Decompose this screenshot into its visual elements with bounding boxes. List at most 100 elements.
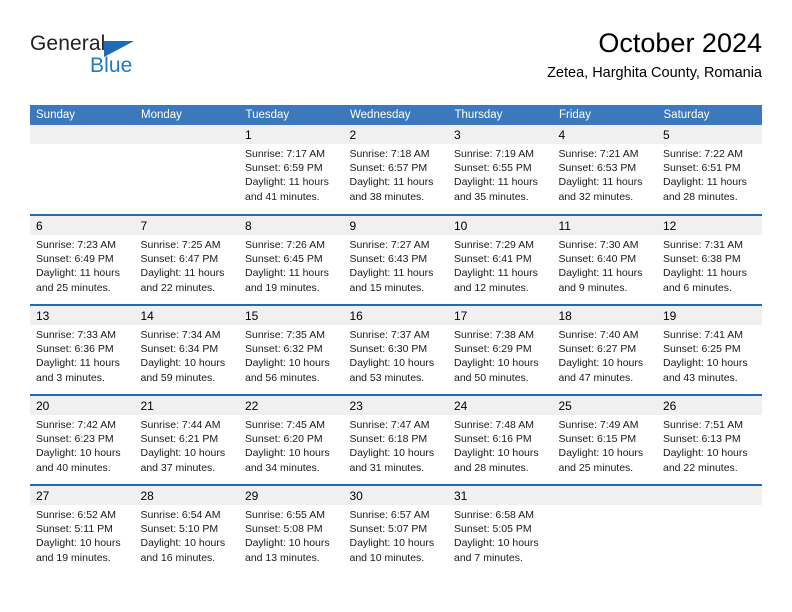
day-sun-info: Sunrise: 7:35 AM Sunset: 6:32 PM Daylight:… [239, 325, 344, 385]
day-cell-inner: 3 Sunrise: 7:19 AM Sunset: 6:55 PM Daylight… [448, 125, 553, 214]
sunset-text: Sunset: 5:07 PM [349, 523, 428, 536]
day-sun-info: Sunrise: 6:52 AM Sunset: 5:11 PM Daylight:… [30, 505, 135, 565]
calendar-day-cell[interactable]: 27 Sunrise: 6:52 AM Sunset: 5:11 PM Dayligh… [30, 484, 135, 575]
sunset-text: Sunset: 6:49 PM [36, 253, 114, 266]
calendar-day-cell[interactable]: 6 Sunrise: 7:23 AM Sunset: 6:49 PM Daylight… [30, 214, 135, 305]
daylight-text: Daylight: 10 hours and 47 minutes. [558, 357, 644, 384]
calendar-day-cell[interactable]: 9 Sunrise: 7:27 AM Sunset: 6:43 PM Daylight… [343, 214, 448, 305]
sunset-text: Sunset: 6:21 PM [140, 433, 219, 446]
calendar-day-cell[interactable]: 5 Sunrise: 7:22 AM Sunset: 6:51 PM Daylight… [657, 125, 762, 215]
calendar-day-cell[interactable]: 25 Sunrise: 7:49 AM Sunset: 6:15 PM Dayligh… [552, 394, 658, 485]
sunrise-text: Sunrise: 7:26 AM [245, 239, 325, 251]
calendar-day-cell-empty [552, 484, 657, 575]
day-cell-inner: 17 Sunrise: 7:38 AM Sunset: 6:29 PM Dayligh… [448, 306, 553, 394]
sunrise-text: Sunrise: 6:54 AM [140, 509, 221, 521]
sunrise-text: Sunrise: 7:30 AM [558, 239, 639, 251]
day-cell-inner: 25 Sunrise: 7:49 AM Sunset: 6:15 PM Dayligh… [552, 396, 658, 484]
sunrise-text: Sunrise: 7:41 AM [663, 329, 743, 341]
daylight-text: Daylight: 10 hours and 31 minutes. [349, 447, 435, 474]
day-sun-info: Sunrise: 7:29 AM Sunset: 6:41 PM Daylight:… [448, 235, 553, 295]
page-title: October 2024 [598, 28, 762, 58]
day-number: 11 [552, 216, 657, 235]
calendar-week-row: 1 Sunrise: 7:17 AM Sunset: 6:59 PM Daylight… [30, 125, 762, 215]
calendar-day-cell[interactable]: 19 Sunrise: 7:41 AM Sunset: 6:25 PM Dayligh… [657, 304, 762, 395]
sunset-text: Sunset: 6:34 PM [140, 343, 219, 356]
day-cell-inner [134, 125, 239, 214]
calendar-day-cell[interactable]: 12 Sunrise: 7:31 AM Sunset: 6:38 PM Dayligh… [657, 214, 762, 305]
calendar-day-cell[interactable]: 17 Sunrise: 7:38 AM Sunset: 6:29 PM Dayligh… [448, 304, 553, 395]
sunset-text: Sunset: 6:38 PM [663, 253, 741, 266]
calendar-week-row: 13 Sunrise: 7:33 AM Sunset: 6:36 PM Dayligh… [30, 304, 762, 395]
daylight-text: Daylight: 10 hours and 34 minutes. [245, 447, 330, 474]
calendar-day-cell[interactable]: 31 Sunrise: 6:58 AM Sunset: 5:05 PM Dayligh… [448, 484, 553, 575]
day-number: 2 [343, 125, 448, 144]
calendar-day-cell[interactable]: 7 Sunrise: 7:25 AM Sunset: 6:47 PM Daylight… [134, 214, 239, 305]
calendar-day-cell[interactable]: 30 Sunrise: 6:57 AM Sunset: 5:07 PM Dayligh… [343, 484, 448, 575]
calendar-day-cell[interactable]: 4 Sunrise: 7:21 AM Sunset: 6:53 PM Daylight… [552, 125, 657, 215]
calendar-day-cell[interactable]: 20 Sunrise: 7:42 AM Sunset: 6:23 PM Dayligh… [30, 394, 135, 485]
day-number: 9 [343, 216, 448, 235]
day-cell-inner: 13 Sunrise: 7:33 AM Sunset: 6:36 PM Dayligh… [30, 306, 135, 394]
sunrise-text: Sunrise: 7:23 AM [36, 239, 116, 251]
day-sun-info: Sunrise: 7:34 AM Sunset: 6:34 PM Daylight:… [135, 325, 240, 385]
day-number: 22 [239, 396, 344, 415]
day-sun-info: Sunrise: 7:40 AM Sunset: 6:27 PM Daylight:… [553, 325, 658, 385]
day-cell-inner [657, 486, 762, 575]
calendar-day-cell[interactable]: 14 Sunrise: 7:34 AM Sunset: 6:34 PM Dayligh… [134, 304, 240, 395]
day-number: 30 [343, 486, 448, 505]
sunset-text: Sunset: 5:11 PM [36, 523, 113, 536]
calendar-day-cell[interactable]: 15 Sunrise: 7:35 AM Sunset: 6:32 PM Dayligh… [239, 304, 344, 395]
daylight-text: Daylight: 10 hours and 22 minutes. [663, 447, 748, 474]
day-cell-inner: 20 Sunrise: 7:42 AM Sunset: 6:23 PM Dayligh… [30, 396, 135, 484]
day-cell-inner: 14 Sunrise: 7:34 AM Sunset: 6:34 PM Dayligh… [134, 306, 240, 394]
sunset-text: Sunset: 6:36 PM [36, 343, 114, 356]
calendar-day-cell[interactable]: 8 Sunrise: 7:26 AM Sunset: 6:45 PM Daylight… [239, 214, 344, 305]
weekday-header-friday: Friday [552, 105, 658, 125]
weekday-header-row: Sunday Monday Tuesday Wednesday Thursday… [30, 105, 762, 125]
calendar-day-cell[interactable]: 1 Sunrise: 7:17 AM Sunset: 6:59 PM Daylight… [239, 125, 344, 215]
day-cell-inner: 24 Sunrise: 7:48 AM Sunset: 6:16 PM Dayligh… [448, 396, 553, 484]
day-number: 21 [134, 396, 239, 415]
sunset-text: Sunset: 6:15 PM [558, 433, 637, 446]
calendar-day-cell[interactable]: 29 Sunrise: 6:55 AM Sunset: 5:08 PM Dayligh… [239, 484, 344, 575]
day-cell-inner: 12 Sunrise: 7:31 AM Sunset: 6:38 PM Dayligh… [657, 216, 762, 304]
sunrise-text: Sunrise: 6:57 AM [349, 509, 430, 521]
daylight-text: Daylight: 11 hours and 3 minutes. [36, 357, 120, 384]
sunrise-text: Sunrise: 6:58 AM [454, 509, 534, 521]
sunrise-text: Sunrise: 7:19 AM [454, 148, 534, 160]
sunset-text: Sunset: 6:51 PM [663, 162, 741, 175]
sunset-text: Sunset: 6:47 PM [140, 253, 219, 266]
day-cell-inner: 7 Sunrise: 7:25 AM Sunset: 6:47 PM Daylight… [134, 216, 239, 304]
sunset-text: Sunset: 6:41 PM [454, 253, 532, 266]
calendar-day-cell[interactable]: 28 Sunrise: 6:54 AM Sunset: 5:10 PM Dayligh… [134, 484, 239, 575]
calendar-day-cell[interactable]: 21 Sunrise: 7:44 AM Sunset: 6:21 PM Dayligh… [134, 394, 239, 485]
general-blue-logo[interactable]: General Blue [30, 32, 210, 88]
sunset-text: Sunset: 6:18 PM [349, 433, 428, 446]
day-cell-inner: 15 Sunrise: 7:35 AM Sunset: 6:32 PM Dayligh… [239, 306, 344, 394]
daylight-text: Daylight: 11 hours and 15 minutes. [349, 267, 434, 294]
sunrise-text: Sunrise: 7:29 AM [454, 239, 534, 251]
calendar-day-cell[interactable]: 22 Sunrise: 7:45 AM Sunset: 6:20 PM Dayligh… [239, 394, 344, 485]
calendar-day-cell[interactable]: 13 Sunrise: 7:33 AM Sunset: 6:36 PM Dayligh… [30, 304, 135, 395]
calendar-day-cell[interactable]: 2 Sunrise: 7:18 AM Sunset: 6:57 PM Daylight… [343, 125, 448, 215]
calendar-day-cell[interactable]: 10 Sunrise: 7:29 AM Sunset: 6:41 PM Dayligh… [448, 214, 553, 305]
day-number: 4 [552, 125, 657, 144]
sunrise-text: Sunrise: 7:40 AM [558, 329, 639, 341]
calendar-day-cell[interactable]: 11 Sunrise: 7:30 AM Sunset: 6:40 PM Dayligh… [552, 214, 657, 305]
calendar-day-cell[interactable]: 16 Sunrise: 7:37 AM Sunset: 6:30 PM Dayligh… [343, 304, 448, 395]
calendar-day-cell[interactable]: 18 Sunrise: 7:40 AM Sunset: 6:27 PM Dayligh… [552, 304, 658, 395]
weekday-header-monday: Monday [134, 105, 240, 125]
day-sun-info: Sunrise: 7:33 AM Sunset: 6:36 PM Daylight:… [30, 325, 135, 385]
day-number: 24 [448, 396, 553, 415]
daylight-text: Daylight: 11 hours and 22 minutes. [140, 267, 225, 294]
sunset-text: Sunset: 6:23 PM [36, 433, 114, 446]
day-number: 8 [239, 216, 344, 235]
calendar-day-cell[interactable]: 26 Sunrise: 7:51 AM Sunset: 6:13 PM Dayligh… [657, 394, 762, 485]
daylight-text: Daylight: 11 hours and 41 minutes. [245, 176, 329, 203]
daylight-text: Daylight: 10 hours and 59 minutes. [140, 357, 226, 384]
day-sun-info: Sunrise: 7:49 AM Sunset: 6:15 PM Daylight:… [553, 415, 658, 475]
calendar-day-cell[interactable]: 23 Sunrise: 7:47 AM Sunset: 6:18 PM Dayligh… [343, 394, 448, 485]
calendar-day-cell[interactable]: 3 Sunrise: 7:19 AM Sunset: 6:55 PM Daylight… [448, 125, 553, 215]
calendar-day-cell[interactable]: 24 Sunrise: 7:48 AM Sunset: 6:16 PM Dayligh… [448, 394, 553, 485]
day-cell-inner: 29 Sunrise: 6:55 AM Sunset: 5:08 PM Dayligh… [239, 486, 344, 575]
